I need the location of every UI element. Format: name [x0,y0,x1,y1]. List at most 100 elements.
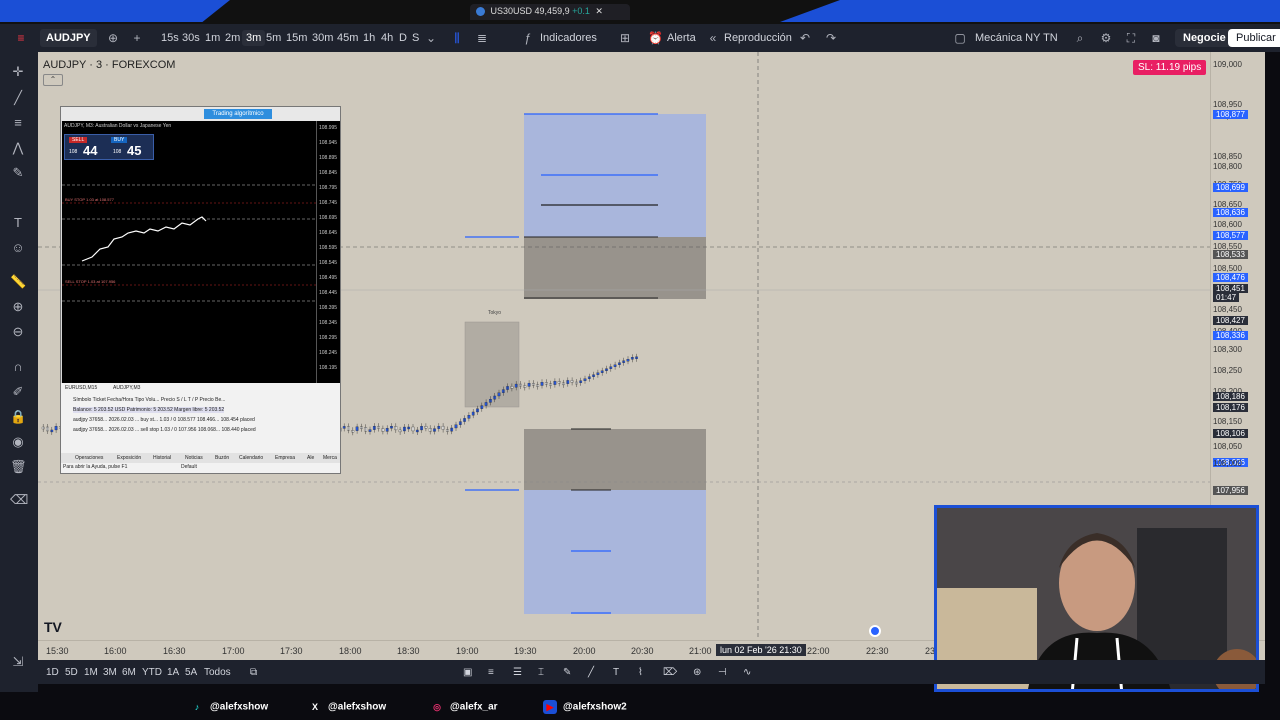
compare-icon[interactable]: ⊕ [106,31,120,45]
interval-s[interactable]: S [412,32,419,44]
cursor-icon[interactable]: ✛ [10,64,26,80]
ruler-icon[interactable]: 📏 [10,274,26,290]
interval-15s[interactable]: 15s [161,32,179,44]
trash-icon[interactable]: 🗑 [10,459,27,475]
filter-icon[interactable]: ⊣ [718,667,727,678]
text-icon[interactable]: T [10,215,26,231]
range-5a[interactable]: 5A [185,667,197,678]
alert-icon[interactable]: ⏰ [648,31,663,45]
range-6m[interactable]: 6M [122,667,136,678]
alert-button[interactable]: Alerta [667,32,696,44]
zoom-out-icon[interactable]: ⊖ [10,324,26,340]
eraser-icon[interactable]: ⌦ [663,667,677,678]
tab-alertas[interactable]: Ale [307,455,314,461]
social-link[interactable]: X @alefxshow [308,700,386,714]
list-icon[interactable]: ≡ [488,667,494,678]
layout-icon[interactable]: ▢ [953,31,967,45]
range-1m[interactable]: 1M [84,667,98,678]
add-icon[interactable]: + [130,31,144,45]
chart-type-icon[interactable]: ≣ [475,31,489,45]
object-tree-icon[interactable]: ▣ [463,667,472,678]
range-1d[interactable]: 1D [46,667,59,678]
eye-icon[interactable]: ◉ [10,434,26,450]
redo-icon[interactable]: ↷ [824,31,838,45]
replay-icon[interactable]: « [706,31,720,45]
delete-icon[interactable]: ⌫ [10,492,28,508]
interval-30m[interactable]: 30m [312,32,333,44]
tab-calendario[interactable]: Calendario [239,455,263,461]
menu-icon[interactable]: ≡ [14,31,28,45]
interval-1h[interactable]: 1h [363,32,375,44]
brush-icon[interactable]: ✎ [10,165,26,181]
trade-button[interactable]: Negocie [1175,29,1234,47]
range-5d[interactable]: 5D [65,667,78,678]
social-link[interactable]: ◎ @alefx_ar [430,700,498,714]
interval-30s[interactable]: 30s [182,32,200,44]
symbol-search[interactable]: AUDJPY [40,29,97,47]
social-link[interactable]: ♪ @alefxshow [190,700,268,714]
settings-icon[interactable]: ⚙ [1099,31,1113,45]
close-icon[interactable]: ✕ [595,6,603,16]
replay-button[interactable]: Reproducción [724,32,792,44]
fib-icon[interactable]: ≡ [10,115,26,131]
interval-15m[interactable]: 15m [286,32,307,44]
range-todos[interactable]: Todos [204,667,231,678]
flag-icon[interactable] [869,625,881,637]
layers-icon[interactable]: ☰ [513,667,522,678]
templates-icon[interactable]: ⊞ [618,31,632,45]
interval-45m[interactable]: 45m [337,32,358,44]
indicators-icon[interactable]: ƒ [521,31,535,45]
settings-tool-icon[interactable]: ⊛ [693,667,701,678]
browser-tab[interactable]: US30USD 49,459,9 +0.1 ✕ [470,4,630,20]
publish-button[interactable]: Publicar [1228,29,1280,47]
interval-d[interactable]: D [399,32,407,44]
date-range-icon[interactable]: ⧉ [250,667,257,678]
tab-historial[interactable]: Historial [153,455,171,461]
zoom-in-icon[interactable]: ⊕ [10,299,26,315]
social-link[interactable]: ▶ @alefxshow2 [543,700,627,714]
tab-noticias[interactable]: Noticias [185,455,203,461]
range-ytd[interactable]: YTD [142,667,162,678]
indicators-button[interactable]: Indicadores [540,32,597,44]
order-row[interactable]: audjpy 37658... 2026.02.03 ... buy st...… [73,417,255,423]
magnet-icon[interactable]: ∩ [10,359,26,375]
range-1a[interactable]: 1A [167,667,179,678]
text-tool-icon[interactable]: T [613,667,619,678]
mt-terminal-window[interactable]: Trading algorítmico AUDJPY, M3: Australi… [60,106,341,474]
interval-3m[interactable]: 3m [242,30,266,46]
undo-icon[interactable]: ↶ [798,31,812,45]
symbol-tab-audjpy[interactable]: AUDJPY,M3 [113,385,140,391]
range-3m[interactable]: 3M [103,667,117,678]
order-row[interactable]: audjpy 37658... 2026.02.03 ... sell stop… [73,427,256,433]
tab-empresa[interactable]: Empresa [275,455,295,461]
symbol-tab-eurusd[interactable]: EURUSD,M15 [65,385,97,391]
interval-5m[interactable]: 5m [266,32,281,44]
candles-icon[interactable]: ⫼ [450,31,464,45]
cursor-tool-icon[interactable]: ⌇ [638,667,643,678]
pen-icon[interactable]: ✎ [563,667,571,678]
lock-icon[interactable]: 🔒 [10,409,26,425]
fullscreen-icon[interactable]: ⛶ [1124,31,1138,45]
layout-name[interactable]: Mecánica NY TN [975,32,1058,44]
measure-icon[interactable]: ⌶ [538,667,544,678]
pencil-lock-icon[interactable]: ✐ [10,384,26,400]
mt-chart[interactable]: AUDJPY, M3: Australian Dollar vs Japanes… [62,121,316,383]
search-icon[interactable]: ⌕ [1073,31,1087,45]
hide-icon[interactable]: ⇲ [10,654,26,670]
tab-mercado[interactable]: Merca [323,455,337,461]
tab-exposicion[interactable]: Exposición [117,455,141,461]
chevron-down-icon[interactable]: ⌄ [424,31,438,45]
interval-2m[interactable]: 2m [225,32,240,44]
tab-buzon[interactable]: Buzón [215,455,229,461]
interval-1m[interactable]: 1m [205,32,220,44]
camera-icon[interactable]: ◙ [1149,31,1163,45]
interval-4h[interactable]: 4h [381,32,393,44]
tab-operaciones[interactable]: Operaciones [75,455,103,461]
collapse-legend-button[interactable]: ⌃ [43,74,63,86]
pattern-icon[interactable]: ⋀ [10,140,26,156]
pulse-icon[interactable]: ∿ [743,667,751,678]
emoji-icon[interactable]: ☺ [10,240,26,256]
algo-trading-button[interactable]: Trading algorítmico [204,109,272,119]
trend-line-icon[interactable]: ╱ [10,90,26,106]
line-icon[interactable]: ╱ [588,667,594,678]
